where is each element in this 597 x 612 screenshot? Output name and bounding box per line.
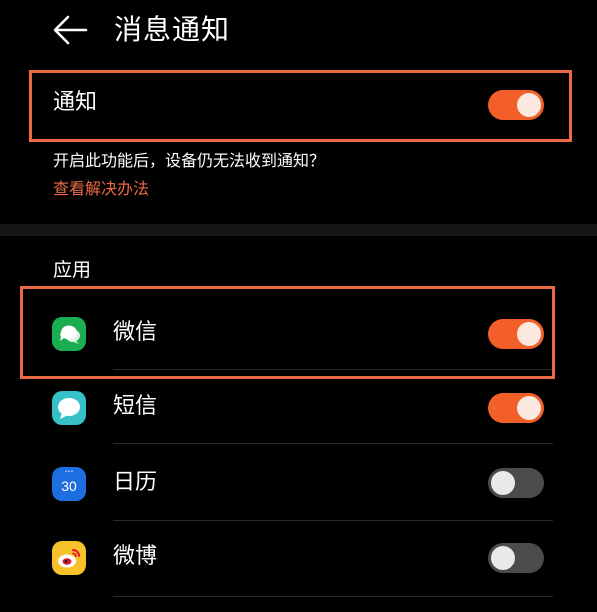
app-label-wechat: 微信: [113, 320, 158, 345]
arrow-left-icon: [53, 15, 88, 45]
calendar-icon: ••• 30: [52, 467, 86, 501]
calendar-toggle[interactable]: [488, 468, 544, 498]
toggle-knob: [517, 93, 541, 117]
wechat-toggle[interactable]: [488, 319, 544, 349]
app-label-weibo: 微博: [113, 544, 158, 569]
weibo-toggle[interactable]: [488, 543, 544, 573]
row-divider: [113, 520, 553, 521]
wechat-icon: [52, 317, 86, 351]
toggle-knob: [517, 396, 541, 420]
app-row-wechat[interactable]: 微信: [0, 298, 597, 370]
notification-toggle[interactable]: [488, 90, 544, 120]
calendar-date: 30: [61, 478, 77, 494]
app-row-messages[interactable]: 短信: [0, 372, 597, 444]
messages-toggle[interactable]: [488, 393, 544, 423]
toggle-knob: [517, 322, 541, 346]
notification-row[interactable]: 通知: [0, 72, 597, 138]
toggle-knob: [491, 471, 515, 495]
notification-label: 通知: [53, 90, 98, 115]
app-row-weibo[interactable]: 微博: [0, 522, 597, 597]
app-label-messages: 短信: [113, 394, 158, 419]
back-button[interactable]: [50, 12, 90, 48]
toggle-knob: [491, 546, 515, 570]
apps-section-title: 应用: [53, 259, 92, 281]
page-title: 消息通知: [114, 13, 231, 46]
app-label-calendar: 日历: [113, 470, 158, 495]
app-header: 消息通知: [0, 0, 597, 64]
section-divider: [0, 224, 597, 236]
row-divider: [113, 369, 553, 370]
weibo-icon: [52, 541, 86, 575]
hint-text: 开启此功能后，设备仍无法收到通知？: [53, 151, 326, 170]
solution-link[interactable]: 查看解决办法: [53, 178, 149, 200]
row-divider: [113, 443, 553, 444]
messages-icon: [52, 391, 86, 425]
app-row-calendar[interactable]: ••• 30 日历: [0, 446, 597, 521]
row-divider: [113, 596, 553, 597]
